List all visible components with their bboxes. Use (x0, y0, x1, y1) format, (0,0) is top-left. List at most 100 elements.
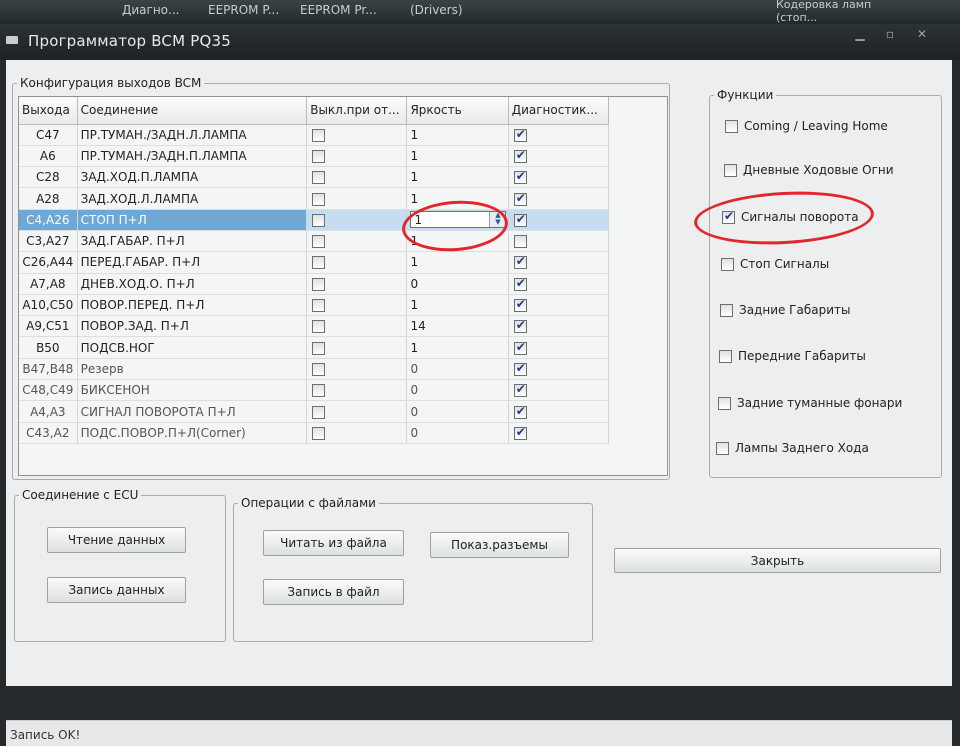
table-row[interactable]: C47 ПР.ТУМАН./ЗАДН.Л.ЛАМПА 1 (19, 124, 610, 146)
table-row[interactable]: A10,C50 ПОВОР.ПЕРЕД. П+Л 1 (19, 294, 610, 317)
off-checkbox[interactable] (312, 256, 326, 270)
diagnostics-checkbox[interactable] (513, 235, 527, 249)
taskbar-item[interactable]: EEPROM P... (208, 3, 279, 17)
window-menu-icon[interactable] (6, 36, 18, 44)
function-option[interactable]: Coming / Leaving Home (725, 119, 888, 133)
diagnostics-checkbox[interactable] (513, 297, 527, 313)
close-button[interactable]: Закрыть (614, 548, 941, 573)
table-row[interactable]: C28 ЗАД.ХОД.П.ЛАМПА 1 (19, 166, 610, 189)
off-checkbox[interactable] (312, 277, 326, 291)
brightness-value: 0 (410, 425, 419, 440)
brightness-cell: 1 (406, 166, 509, 189)
table-row[interactable]: C4,A26 СТОП П+Л 1 ▲ ▼ (19, 209, 610, 231)
column-header-output[interactable]: Выхода (19, 97, 78, 125)
off-cell (306, 422, 408, 444)
diagnostics-checkbox[interactable] (513, 404, 527, 419)
off-cell (306, 336, 408, 359)
function-option[interactable]: Задние туманные фонари (718, 396, 902, 410)
off-checkbox[interactable] (312, 405, 326, 419)
diagnostics-checkbox[interactable] (513, 148, 527, 163)
ecu-group-title: Соединение с ECU (22, 488, 139, 502)
column-header-off[interactable]: Выкл.при от... (306, 97, 408, 125)
function-checkbox[interactable] (721, 258, 734, 271)
taskbar-item[interactable]: Кодеровка ламп (стоп... (776, 0, 886, 24)
function-checkbox[interactable] (722, 209, 735, 224)
minimize-icon[interactable]: ▁ (846, 24, 874, 46)
output-cell: C3,A27 (19, 230, 78, 253)
taskbar-item[interactable]: EEPROM Pr... (300, 3, 377, 17)
table-row[interactable]: C43,A2 ПОДС.ПОВОР.П+Л(Corner) 0 (19, 422, 610, 444)
write-data-button[interactable]: Запись данных (47, 577, 186, 603)
taskbar-item[interactable]: (Drivers) (410, 3, 463, 17)
outputs-grid[interactable]: Выхода Соединение Выкл.при от... Яркость… (18, 96, 668, 476)
table-row[interactable]: C26,A44 ПЕРЕД.ГАБАР. П+Л 1 (19, 251, 610, 274)
diagnostics-checkbox[interactable] (513, 127, 527, 142)
taskbar-item[interactable]: Диагно... (122, 3, 179, 17)
table-row[interactable]: C3,A27 ЗАД.ГАБАР. П+Л 1 (19, 230, 610, 253)
function-label: Стоп Сигналы (740, 257, 830, 271)
diagnostics-checkbox[interactable] (513, 382, 527, 398)
diagnostics-checkbox[interactable] (513, 340, 527, 355)
off-checkbox[interactable] (312, 192, 326, 206)
function-option[interactable]: Дневные Ходовые Огни (724, 163, 894, 177)
function-option[interactable]: Задние Габариты (720, 303, 851, 317)
table-row[interactable]: B47,B48 Резерв 0 (19, 358, 610, 381)
output-cell: C4,A26 (19, 209, 78, 231)
diagnostics-checkbox[interactable] (513, 318, 527, 334)
table-row[interactable]: A7,A8 ДНЕВ.ХОД.О. П+Л 0 (19, 273, 610, 295)
off-checkbox[interactable] (312, 128, 326, 142)
maximize-icon[interactable]: ▫ (876, 24, 904, 46)
function-checkbox[interactable] (720, 304, 733, 317)
brightness-value[interactable]: 1 (414, 213, 422, 227)
function-option[interactable]: Стоп Сигналы (721, 257, 829, 271)
diagnostics-checkbox[interactable] (513, 169, 527, 185)
table-row[interactable]: A4,A3 СИГНАЛ ПОВОРОТА П+Л 0 (19, 400, 610, 423)
function-checkbox[interactable] (716, 442, 729, 455)
off-checkbox[interactable] (312, 362, 326, 376)
off-checkbox[interactable] (312, 213, 326, 227)
output-cell: A28 (19, 187, 78, 210)
table-row[interactable]: A28 ЗАД.ХОД.Л.ЛАМПА 1 (19, 187, 610, 210)
off-checkbox[interactable] (312, 341, 326, 355)
function-option[interactable]: Лампы Заднего Хода (716, 441, 869, 455)
column-header-connection[interactable]: Соединение (77, 97, 308, 125)
close-window-icon[interactable]: ✕ (908, 24, 936, 46)
off-checkbox[interactable] (312, 171, 326, 185)
off-checkbox[interactable] (312, 384, 326, 398)
brightness-spin-editor[interactable]: 1 ▲ ▼ (410, 211, 507, 229)
table-row[interactable]: C48,C49 БИКСЕНОН 0 (19, 379, 610, 402)
off-cell (306, 230, 408, 253)
read-data-button[interactable]: Чтение данных (47, 527, 186, 553)
off-checkbox[interactable] (312, 235, 326, 249)
file-operations-group: Операции с файлами (233, 496, 593, 642)
write-to-file-button[interactable]: Запись в файл (263, 579, 404, 605)
table-row[interactable]: B50 ПОДСВ.НОГ 1 (19, 336, 610, 359)
diagnostics-checkbox[interactable] (513, 191, 527, 206)
output-cell: C26,A44 (19, 251, 78, 274)
diagnostics-checkbox[interactable] (513, 276, 527, 291)
column-header-diagnostics[interactable]: Диагностик... (508, 97, 610, 125)
ecu-group: Соединение с ECU (14, 488, 226, 642)
show-connectors-button[interactable]: Показ.разъемы (430, 532, 569, 558)
off-checkbox[interactable] (312, 299, 326, 313)
function-option[interactable]: Передние Габариты (719, 349, 866, 363)
off-cell (306, 358, 408, 381)
diagnostics-checkbox[interactable] (513, 425, 527, 440)
table-row[interactable]: A9,C51 ПОВОР.ЗАД. П+Л 14 (19, 315, 610, 338)
spin-arrows-icon[interactable]: ▲ ▼ (489, 212, 506, 228)
diagnostics-checkbox[interactable] (513, 212, 527, 227)
off-checkbox[interactable] (312, 149, 326, 163)
read-from-file-button[interactable]: Читать из файла (263, 530, 404, 556)
table-row[interactable]: A6 ПР.ТУМАН./ЗАДН.П.ЛАМПА 1 (19, 145, 610, 168)
column-header-brightness[interactable]: Яркость (406, 97, 509, 125)
diagnostics-checkbox[interactable] (513, 254, 527, 270)
function-checkbox[interactable] (724, 164, 737, 177)
diagnostics-checkbox[interactable] (513, 361, 527, 376)
off-checkbox[interactable] (312, 426, 326, 440)
connection-cell: ЗАД.ХОД.П.ЛАМПА (77, 166, 308, 189)
function-checkbox[interactable] (718, 397, 731, 410)
function-checkbox[interactable] (719, 350, 732, 363)
off-checkbox[interactable] (312, 320, 326, 334)
function-option[interactable]: Сигналы поворота (722, 209, 859, 224)
function-checkbox[interactable] (725, 120, 738, 133)
